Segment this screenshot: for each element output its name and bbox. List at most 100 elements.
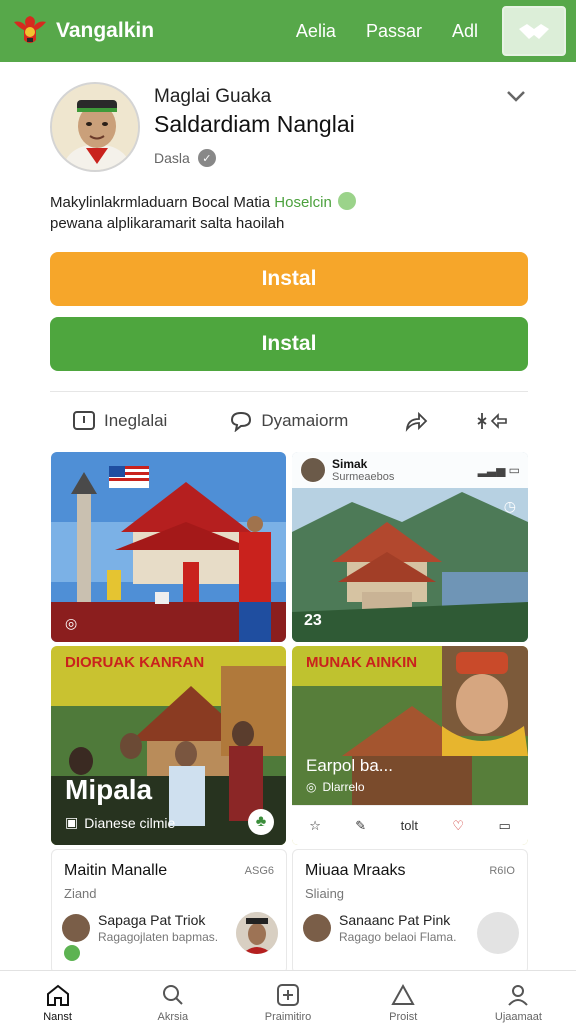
nav-home[interactable]: Nanst bbox=[0, 971, 115, 1024]
nav-add[interactable]: Praimitiro bbox=[230, 971, 345, 1024]
connect-action[interactable] bbox=[476, 410, 518, 432]
avatar[interactable] bbox=[303, 914, 331, 942]
nav-home-label: Nanst bbox=[43, 1011, 72, 1023]
list-item-row: Sapaga Pat Triok Ragagojlaten bapmas. bbox=[62, 912, 218, 944]
triangle-icon bbox=[391, 983, 415, 1005]
install-secondary-button[interactable]: Instal bbox=[50, 317, 528, 371]
toolbar-text[interactable]: tolt bbox=[401, 818, 418, 833]
search-icon bbox=[162, 985, 183, 1005]
leaf-badge-icon bbox=[337, 192, 356, 210]
row-subtitle: Ragago belaoi Flama. bbox=[339, 930, 457, 944]
bottom-navigation: Nanst Akrsia Praimitiro Proist Ujaamaat bbox=[0, 970, 576, 1024]
emblem-thumbnail[interactable] bbox=[477, 912, 519, 954]
nav-profile-label: Ujaamaat bbox=[494, 1011, 542, 1023]
share-icon bbox=[406, 411, 428, 432]
play-circle-icon: ◎ bbox=[306, 780, 317, 794]
profile-avatar[interactable] bbox=[50, 82, 140, 172]
home-icon bbox=[46, 984, 69, 1006]
image-count: 23 bbox=[304, 612, 322, 629]
card-headline: MUNAK AINKIN bbox=[306, 654, 418, 671]
list-item-tag: ASG6 bbox=[244, 865, 274, 877]
temple-flags-image bbox=[51, 452, 286, 642]
star-icon[interactable]: ☆ bbox=[309, 818, 321, 834]
profile-meta-label: Dasla bbox=[154, 150, 190, 166]
handshake-icon bbox=[519, 24, 549, 39]
garuda-logo-icon[interactable] bbox=[10, 11, 50, 51]
card-label: Earpol ba... bbox=[306, 756, 393, 775]
avatar[interactable] bbox=[62, 914, 90, 942]
clover-icon[interactable]: ♣ bbox=[248, 809, 274, 835]
nav-search[interactable]: Akrsia bbox=[115, 971, 230, 1024]
share-action[interactable] bbox=[404, 410, 436, 432]
list-item-sub: Sliaing bbox=[305, 886, 345, 901]
chat-bubble-icon bbox=[231, 411, 252, 432]
nav-add-label: Praimitiro bbox=[264, 1011, 312, 1023]
card-header: Simak Surmeaebos ▂▃▅ ▭ bbox=[292, 452, 528, 488]
connect-icon bbox=[477, 413, 508, 429]
install-primary-button[interactable]: Instal bbox=[50, 252, 528, 306]
card-author-sub: Surmeaebos bbox=[332, 471, 395, 483]
card-sub-label: Dlarrelo bbox=[322, 780, 365, 794]
profile-header: Maglai Guaka Saldardiam Nanglai Dasla ✓ bbox=[50, 80, 528, 180]
app-description: Makylinlakrmladuarn Bocal Matia Hoselcin… bbox=[50, 192, 528, 234]
media-card-temple-flags[interactable]: ◎ bbox=[51, 452, 286, 642]
list-item[interactable]: Miuaa Mraaks R6IO Sliaing Sanaanc Pat Pi… bbox=[292, 849, 528, 974]
list-item[interactable]: Maitin Manalle ASG6 Ziand Sapaga Pat Tri… bbox=[51, 849, 287, 974]
location-pin-icon: ◎ bbox=[65, 615, 78, 631]
chevron-down-icon[interactable] bbox=[504, 86, 528, 106]
graduate-thumbnail[interactable] bbox=[236, 912, 278, 954]
nav-link-adl[interactable]: Adl bbox=[452, 21, 478, 42]
pen-icon[interactable]: ✎ bbox=[355, 818, 366, 834]
heart-notification-icon[interactable]: ♡ bbox=[452, 818, 464, 834]
media-card-community[interactable]: DIORUAK KANRAN Mipala ▣ Dianese cilmie ♣ bbox=[51, 646, 286, 845]
list-item-tag: R6IO bbox=[489, 865, 515, 877]
row-subtitle: Ragagojlaten bapmas. bbox=[98, 930, 219, 944]
nav-explore[interactable]: Proist bbox=[346, 971, 461, 1024]
profile-meta: Dasla ✓ bbox=[154, 149, 216, 167]
nav-profile[interactable]: Ujaamaat bbox=[461, 971, 576, 1024]
section-divider bbox=[50, 391, 528, 392]
description-line1: Makylinlakrmladuarn Bocal Matia bbox=[50, 194, 275, 211]
card-footer: ▣ Dianese cilmie bbox=[65, 814, 175, 831]
top-app-bar: Vangalkin Aelia Passar Adl bbox=[0, 0, 576, 62]
card-big-title: Mipala bbox=[65, 774, 153, 805]
leaf-icon bbox=[64, 945, 80, 961]
signal-status-icon: ▂▃▅ ▭ bbox=[477, 463, 520, 477]
comment-icon[interactable]: ▭ bbox=[498, 818, 510, 834]
list-item-title: Maitin Manalle bbox=[64, 862, 168, 879]
row-title: Sapaga Pat Triok bbox=[98, 912, 206, 928]
add-icon bbox=[277, 984, 299, 1006]
verified-icon: ✓ bbox=[197, 149, 216, 167]
card-toolbar: ☆ ✎ tolt ♡ ▭ bbox=[292, 805, 528, 845]
info-icon bbox=[73, 411, 95, 430]
app-brand-name[interactable]: Vangalkin bbox=[56, 19, 154, 43]
nav-link-aelia[interactable]: Aelia bbox=[296, 21, 336, 42]
profile-name-small: Maglai Guaka bbox=[154, 86, 272, 107]
nav-search-label: Akrsia bbox=[157, 1011, 189, 1023]
discuss-action-label: Dyamaiorm bbox=[261, 411, 349, 430]
info-action-label: Ineglalai bbox=[104, 411, 168, 430]
action-row: Ineglalai Dyamaiorm bbox=[50, 404, 528, 438]
nav-link-passar[interactable]: Passar bbox=[366, 21, 422, 42]
nav-explore-label: Proist bbox=[389, 1011, 418, 1023]
clock-icon: ◷ bbox=[503, 498, 516, 514]
profile-name-large: Saldardiam Nanglai bbox=[154, 111, 355, 137]
media-card-portrait[interactable]: MUNAK AINKIN Earpol ba... ◎ Dlarrelo ☆ ✎… bbox=[292, 646, 528, 845]
handshake-button[interactable] bbox=[502, 6, 566, 56]
card-footer-label: Dianese cilmie bbox=[84, 814, 176, 831]
row-title: Sanaanc Pat Pink bbox=[339, 912, 451, 928]
card-author-name: Simak bbox=[332, 457, 368, 471]
discuss-action[interactable]: Dyamaiorm bbox=[229, 410, 348, 432]
card-sub: ◎ Dlarrelo bbox=[306, 780, 365, 794]
gallery-icon: ▣ bbox=[65, 814, 79, 830]
list-item-row: Sanaanc Pat Pink Ragago belaoi Flama. bbox=[303, 912, 456, 944]
media-card-lake-temple[interactable]: Simak Surmeaebos ▂▃▅ ▭ ◷ 23 bbox=[292, 452, 528, 642]
description-line2: pewana alplikaramarit salta haoilah bbox=[50, 215, 285, 232]
author-avatar[interactable] bbox=[300, 457, 326, 483]
description-highlight[interactable]: Hoselcin bbox=[274, 194, 332, 211]
list-item-sub: Ziand bbox=[64, 886, 97, 901]
info-action[interactable]: Ineglalai bbox=[72, 410, 167, 432]
list-item-title: Miuaa Mraaks bbox=[305, 862, 406, 879]
user-icon bbox=[508, 985, 529, 1006]
card-headline: DIORUAK KANRAN bbox=[65, 654, 205, 671]
